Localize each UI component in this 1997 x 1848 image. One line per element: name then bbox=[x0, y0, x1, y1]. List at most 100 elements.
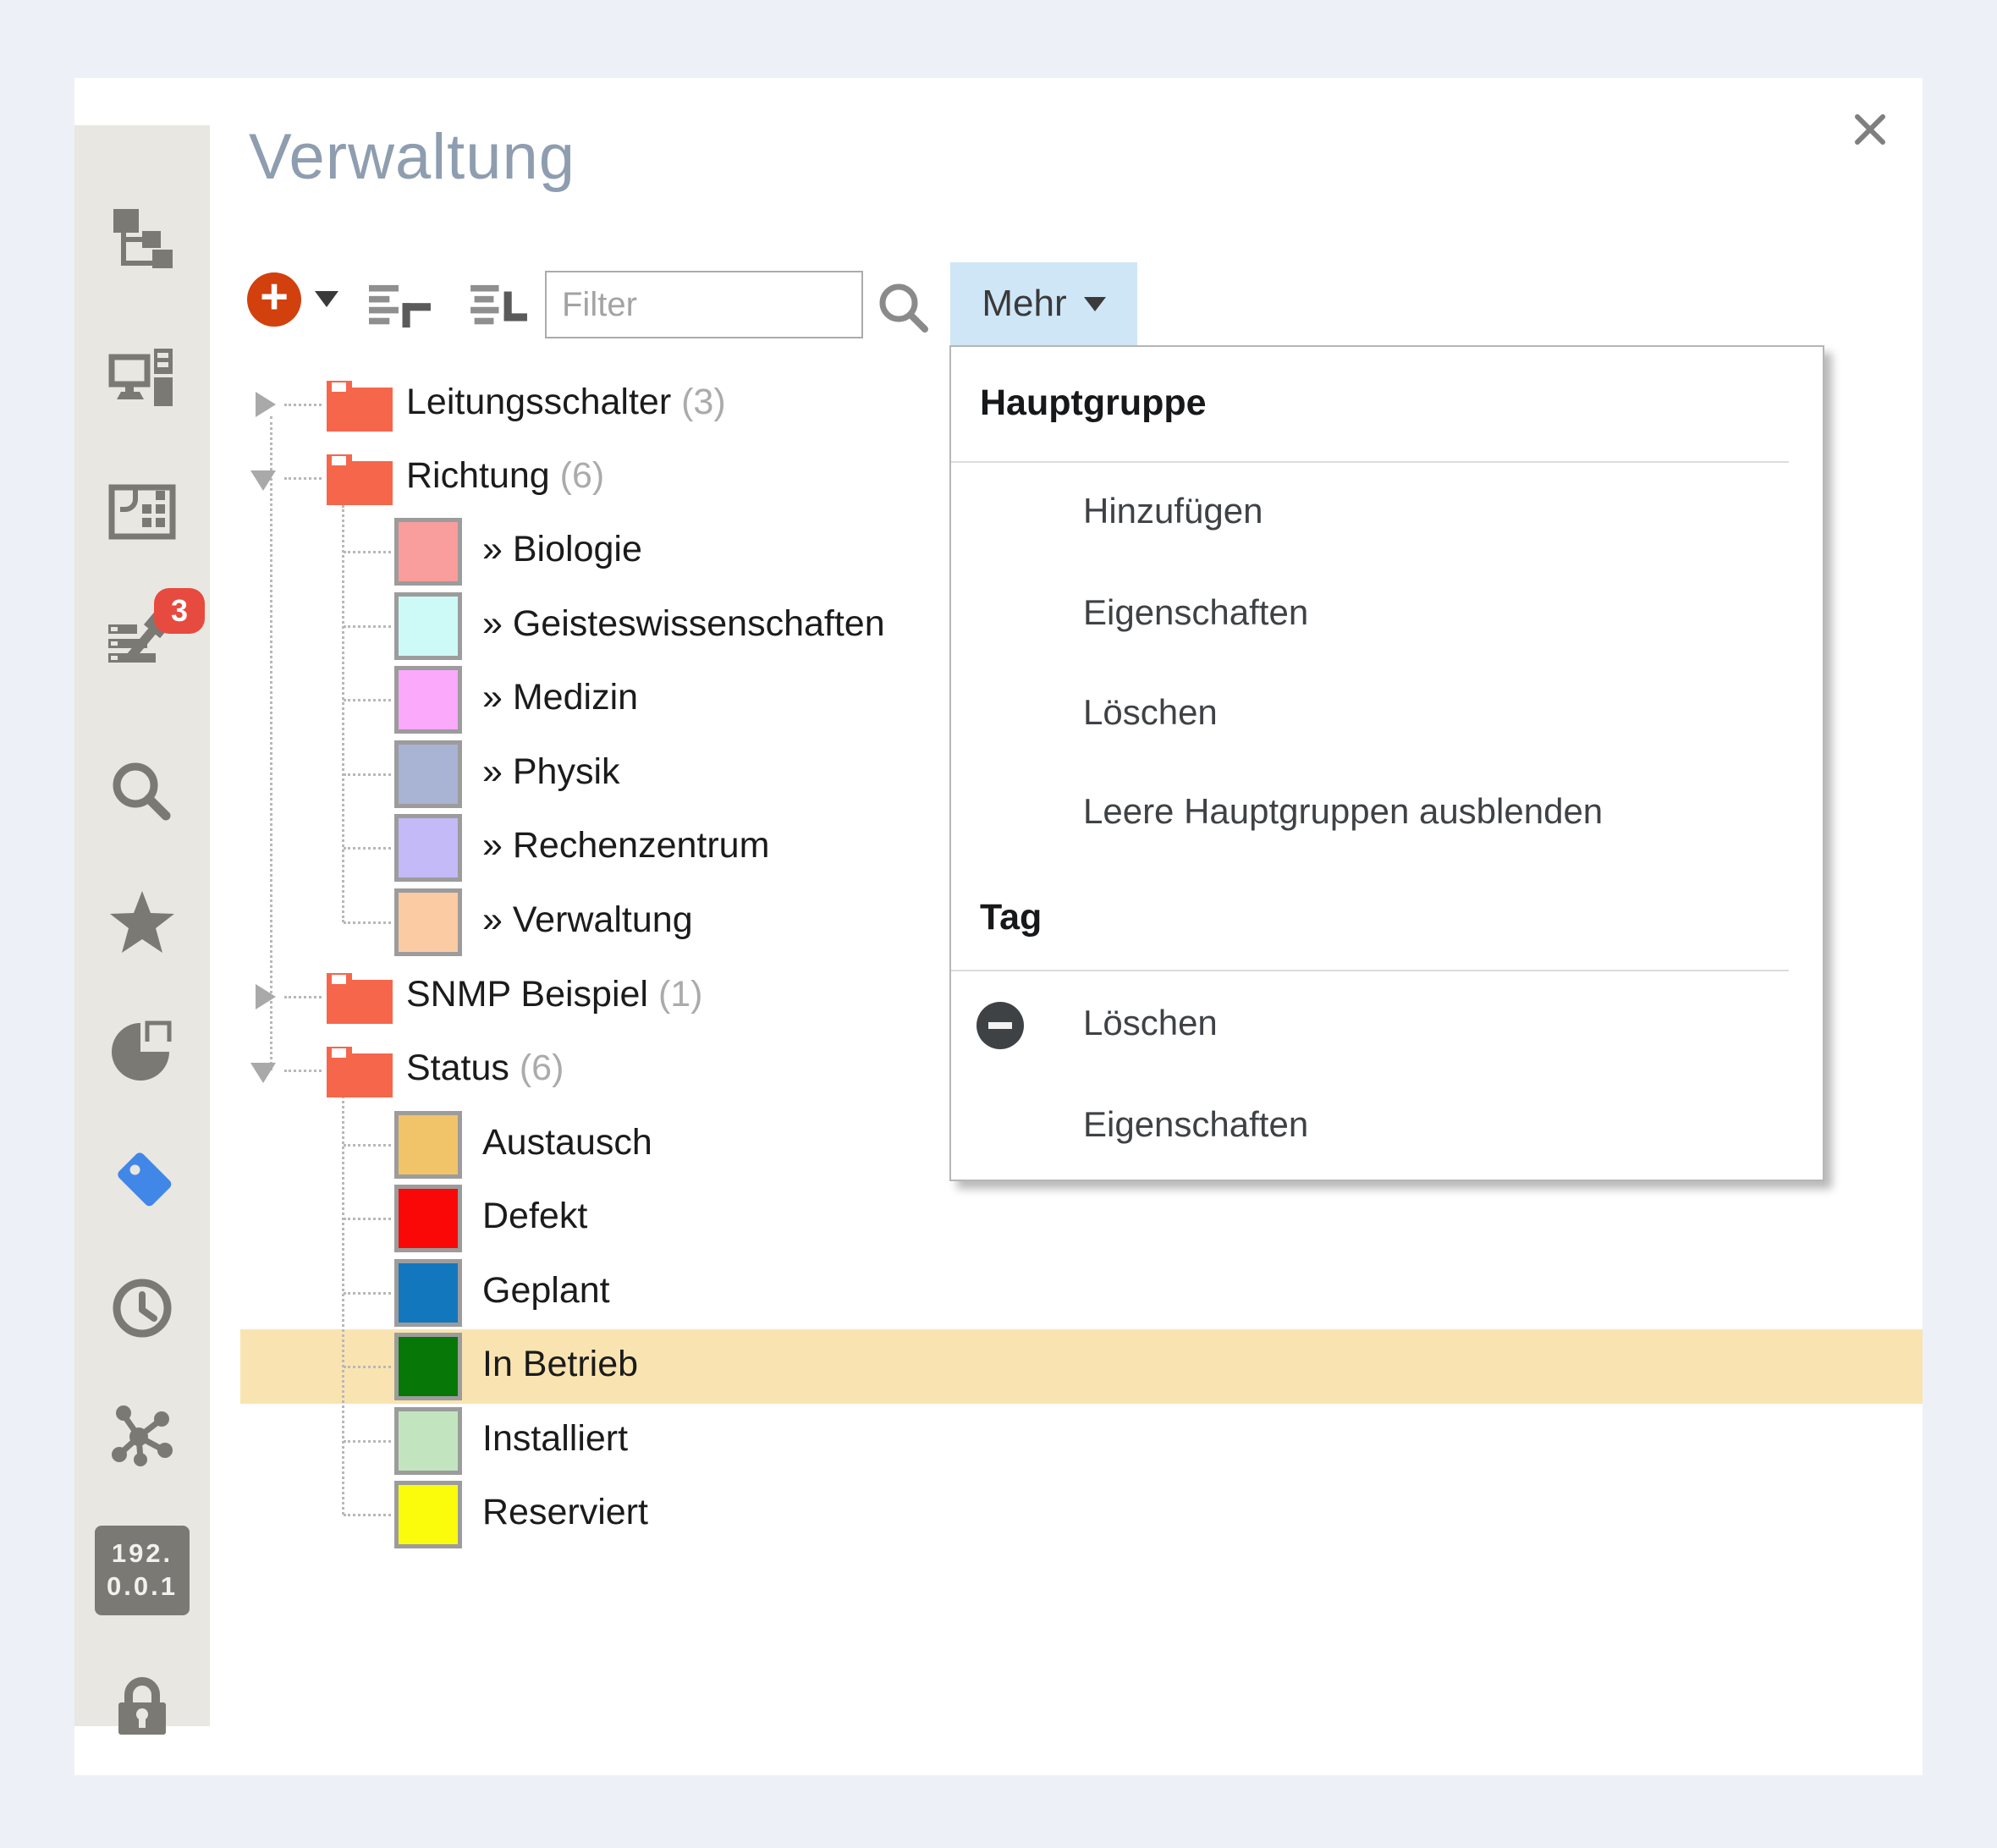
tree-tag-in-betrieb-selected[interactable]: In Betrieb bbox=[482, 1344, 638, 1385]
folder-icon bbox=[325, 1042, 394, 1099]
menu-section-header-tag: Tag bbox=[980, 897, 1042, 938]
filter-search-button[interactable] bbox=[877, 281, 929, 338]
ip-address-icon: 192. 0.0.1 bbox=[95, 1526, 190, 1615]
tag-icon bbox=[108, 1143, 176, 1211]
tree-guide-stub bbox=[284, 477, 322, 480]
tree-guide-line bbox=[342, 505, 344, 922]
tree-guide-line bbox=[270, 416, 272, 1070]
tree-tag-defekt[interactable]: Defekt bbox=[482, 1196, 587, 1237]
tree-tag-reserviert[interactable]: Reserviert bbox=[482, 1492, 648, 1533]
menu-item-loeschen-tag[interactable]: Löschen bbox=[1083, 1003, 1218, 1043]
expand-all-icon bbox=[369, 279, 433, 333]
sidebar-item-network-map[interactable] bbox=[74, 174, 210, 301]
menu-section-header-hauptgruppe: Hauptgruppe bbox=[980, 382, 1207, 424]
collapse-all-button[interactable] bbox=[465, 279, 530, 338]
tree-guide-stub bbox=[344, 847, 391, 850]
caret-down-icon bbox=[1084, 297, 1106, 311]
sidebar-item-tags[interactable] bbox=[74, 1114, 210, 1240]
tree-guide-stub bbox=[344, 551, 391, 553]
ip-line-1: 192. bbox=[112, 1537, 173, 1570]
tree-expander-status[interactable] bbox=[250, 1063, 276, 1083]
tree-node-count: (6) bbox=[560, 455, 605, 496]
more-dropdown-menu: Hauptgruppe Hinzufügen Eigenschaften Lös… bbox=[949, 345, 1824, 1181]
tree-node-richtung[interactable]: Richtung (6) bbox=[406, 455, 604, 497]
workstation-icon bbox=[108, 344, 176, 411]
filter-input[interactable] bbox=[545, 271, 863, 338]
tree-tag-verwaltung[interactable]: » Verwaltung bbox=[482, 899, 693, 941]
tag-color-swatch bbox=[394, 1185, 462, 1252]
tree-guide-stub bbox=[344, 699, 391, 701]
tree-node-leitungsschalter[interactable]: Leitungsschalter (3) bbox=[406, 382, 726, 423]
tag-color-swatch bbox=[394, 1407, 462, 1475]
tree-guide-line bbox=[342, 1090, 344, 1515]
tree-tag-rechenzentrum[interactable]: » Rechenzentrum bbox=[482, 825, 769, 866]
tree-node-status[interactable]: Status (6) bbox=[406, 1048, 564, 1089]
tag-color-swatch bbox=[394, 1333, 462, 1400]
tree-guide-stub bbox=[344, 1366, 391, 1368]
close-icon bbox=[1853, 113, 1887, 146]
menu-item-leere-hauptgruppen-ausblenden[interactable]: Leere Hauptgruppen ausblenden bbox=[1083, 791, 1603, 832]
menu-item-eigenschaften-tag[interactable]: Eigenschaften bbox=[1083, 1104, 1308, 1145]
sidebar-item-lock[interactable] bbox=[74, 1642, 210, 1769]
tag-color-swatch bbox=[394, 814, 462, 882]
menu-separator bbox=[951, 461, 1789, 463]
menu-item-eigenschaften-hauptgruppe[interactable]: Eigenschaften bbox=[1083, 592, 1308, 633]
topology-icon bbox=[108, 1401, 176, 1469]
sidebar-item-clock[interactable] bbox=[74, 1245, 210, 1372]
tree-guide-stub bbox=[344, 1514, 391, 1516]
folder-icon bbox=[325, 449, 394, 507]
close-button[interactable] bbox=[1850, 110, 1890, 151]
tree-tag-geplant[interactable]: Geplant bbox=[482, 1270, 610, 1312]
tree-guide-stub bbox=[284, 996, 322, 998]
sidebar-item-pie-chart[interactable] bbox=[74, 987, 210, 1114]
sidebar-item-search[interactable] bbox=[74, 729, 210, 855]
menu-item-hinzufuegen[interactable]: Hinzufügen bbox=[1083, 491, 1263, 531]
tag-color-swatch bbox=[394, 740, 462, 808]
network-map-icon bbox=[108, 204, 176, 272]
tree-guide-stub bbox=[344, 773, 391, 776]
tree-tag-physik[interactable]: » Physik bbox=[482, 751, 620, 793]
add-dropdown-caret-icon[interactable] bbox=[315, 291, 338, 307]
more-button-label: Mehr bbox=[982, 283, 1066, 325]
page-title: Verwaltung bbox=[249, 120, 575, 194]
clock-icon bbox=[108, 1274, 176, 1342]
sidebar-item-floor-plan[interactable] bbox=[74, 449, 210, 576]
tree-node-label: SNMP Beispiel bbox=[406, 974, 648, 1015]
menu-separator bbox=[951, 970, 1789, 971]
tree-node-count: (6) bbox=[520, 1048, 564, 1088]
floor-plan-icon bbox=[108, 479, 176, 547]
tree-tag-biologie[interactable]: » Biologie bbox=[482, 529, 642, 570]
tag-color-swatch bbox=[394, 592, 462, 660]
tree-guide-stub bbox=[344, 921, 391, 924]
tree-guide-stub bbox=[284, 404, 322, 406]
tree-expander-leitungsschalter[interactable] bbox=[256, 392, 276, 417]
tag-color-swatch bbox=[394, 888, 462, 956]
tree-node-label: Leitungsschalter bbox=[406, 382, 671, 422]
tree-expander-richtung[interactable] bbox=[250, 470, 276, 491]
tree-node-label: Status bbox=[406, 1048, 509, 1088]
tree-tag-austausch[interactable]: Austausch bbox=[482, 1122, 652, 1163]
tree-tag-geisteswissenschaften[interactable]: » Geisteswissenschaften bbox=[482, 603, 885, 645]
sidebar-item-topology[interactable] bbox=[74, 1372, 210, 1499]
tree-tag-installiert[interactable]: Installiert bbox=[482, 1418, 628, 1460]
collapse-all-icon bbox=[465, 279, 530, 333]
tag-color-swatch bbox=[394, 666, 462, 734]
lock-icon bbox=[108, 1672, 176, 1740]
tree-node-snmp-beispiel[interactable]: SNMP Beispiel (1) bbox=[406, 974, 703, 1015]
search-icon bbox=[108, 758, 176, 826]
tree-guide-stub bbox=[344, 1218, 391, 1220]
sidebar-item-workstation[interactable] bbox=[74, 314, 210, 441]
add-button[interactable]: + bbox=[247, 272, 301, 327]
tree-guide-stub bbox=[344, 625, 391, 628]
tree-node-count: (3) bbox=[681, 382, 726, 422]
sidebar-item-asset-tools[interactable]: 3 bbox=[74, 576, 210, 703]
pie-chart-icon bbox=[108, 1016, 176, 1084]
sidebar-item-ip-address[interactable]: 192. 0.0.1 bbox=[74, 1507, 210, 1634]
more-button[interactable]: Mehr bbox=[950, 262, 1137, 345]
expand-all-button[interactable] bbox=[369, 279, 433, 338]
tree-tag-medizin[interactable]: » Medizin bbox=[482, 677, 638, 718]
tree-guide-stub bbox=[344, 1440, 391, 1443]
menu-item-loeschen-hauptgruppe[interactable]: Löschen bbox=[1083, 692, 1218, 733]
sidebar-item-favorites[interactable] bbox=[74, 860, 210, 987]
tree-expander-snmp[interactable] bbox=[256, 984, 276, 1009]
